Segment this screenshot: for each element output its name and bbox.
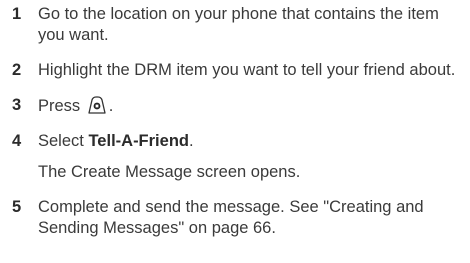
menu-option-name: Tell-A-Friend [88,132,189,150]
step-text-after: . [108,97,114,115]
step-text: Press . [38,95,464,117]
step-text: Select Tell-A-Friend. [38,131,464,152]
menu-key-icon [86,95,108,115]
step-number: 5 [12,198,22,216]
step-number: 1 [12,5,22,23]
step-5: 5 Complete and send the message. See "Cr… [12,197,464,239]
step-3: 3 Press . [12,95,464,117]
step-4-result-note: The Create Message screen opens. [38,163,301,181]
step-text-before: Press [38,97,85,115]
step-2: 2 Highlight the DRM item you want to tel… [12,60,464,81]
step-text-after: . [188,132,194,150]
step-number: 2 [12,61,22,79]
step-text-before: Select [38,132,89,150]
step-text: Highlight the DRM item you want to tell … [38,61,456,79]
instruction-steps: 1 Go to the location on your phone that … [12,4,464,253]
step-text: Complete and send the message. See "Crea… [38,198,424,237]
step-text: Go to the location on your phone that co… [38,5,439,44]
step-4: 4 Select Tell-A-Friend. [12,131,464,152]
step-number: 3 [12,96,22,114]
step-1: 1 Go to the location on your phone that … [12,4,464,46]
step-number: 4 [12,132,22,150]
